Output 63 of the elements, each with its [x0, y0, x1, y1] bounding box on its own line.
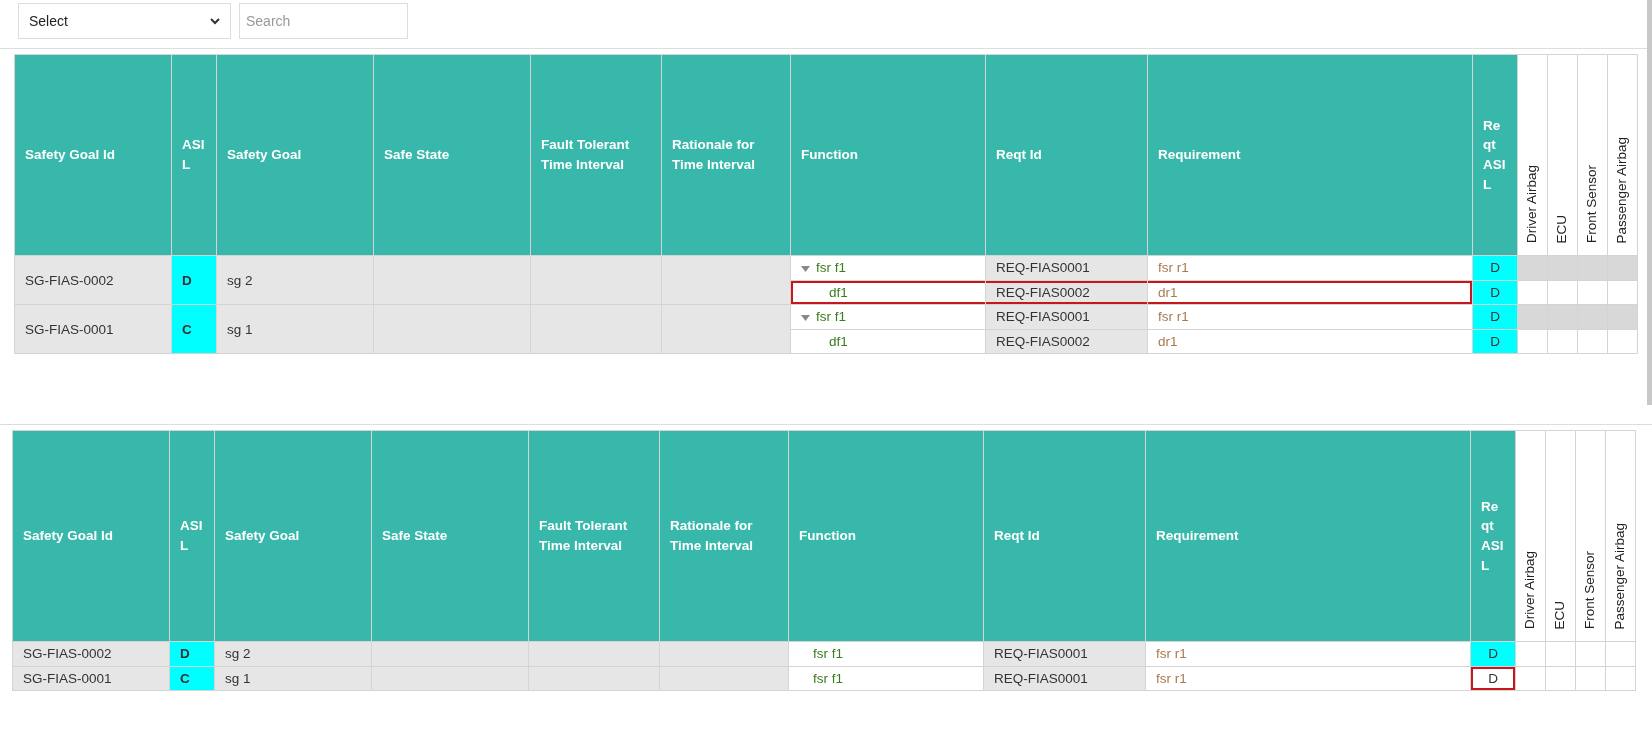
table-cell: sg 2	[216, 255, 374, 305]
table-cell: SG-FIAS-0001	[12, 666, 170, 691]
asil-cell: C	[171, 304, 217, 354]
column-header: Requirement	[1147, 54, 1473, 256]
table-cell: dr1	[1147, 329, 1473, 354]
table-cell: sg 1	[216, 304, 374, 354]
column-header: Requirement	[1145, 430, 1471, 642]
table-cell: REQ-FIAS0002	[985, 329, 1148, 354]
column-header: Safe State	[373, 54, 531, 256]
asil-cell: D	[1470, 666, 1516, 691]
column-header: Driver Airbag	[1521, 551, 1538, 630]
column-header: ASIL	[171, 54, 217, 256]
column-header: Function	[790, 54, 986, 256]
function-cell: fsr f1	[790, 255, 986, 280]
column-header: ECU	[1551, 600, 1568, 630]
expand-toggle-icon[interactable]	[801, 264, 810, 273]
table-cell: REQ-FIAS0001	[983, 641, 1146, 666]
column-header: Safety Goal	[214, 430, 372, 642]
column-header: Fault Tolerant Time Interval	[530, 54, 662, 256]
function-cell: fsr f1	[788, 641, 984, 666]
column-header: Front Sensor	[1581, 551, 1598, 630]
column-header: Rationale for Time Interval	[661, 54, 791, 256]
column-header: Fault Tolerant Time Interval	[528, 430, 660, 642]
column-header: Reqt Id	[985, 54, 1148, 256]
column-header: Safety Goal Id	[14, 54, 172, 256]
select-dropdown[interactable]: Select	[18, 3, 231, 39]
function-cell: df1	[790, 329, 986, 354]
function-cell: fsr f1	[790, 304, 986, 329]
expand-toggle-icon[interactable]	[801, 313, 810, 322]
column-header: Rationale for Time Interval	[659, 430, 789, 642]
chevron-icon	[210, 17, 220, 25]
function-cell: df1	[790, 280, 986, 305]
column-header: Reqt ASIL	[1472, 54, 1518, 256]
table-cell: REQ-FIAS0001	[985, 304, 1148, 329]
column-header: ASIL	[169, 430, 215, 642]
table-cell: sg 2	[214, 641, 372, 666]
table-cell: fsr r1	[1145, 641, 1471, 666]
table-cell: SG-FIAS-0001	[14, 304, 172, 354]
table-cell: SG-FIAS-0002	[14, 255, 172, 305]
function-cell: fsr f1	[788, 666, 984, 691]
table-cell: fsr r1	[1145, 666, 1471, 691]
column-header: Safe State	[371, 430, 529, 642]
table-cell: REQ-FIAS0001	[983, 666, 1146, 691]
column-header: Safety Goal	[216, 54, 374, 256]
asil-cell: D	[171, 255, 217, 305]
table-cell: fsr r1	[1147, 304, 1473, 329]
column-header: Reqt Id	[983, 430, 1146, 642]
column-header: Safety Goal Id	[12, 430, 170, 642]
table-cell: sg 1	[214, 666, 372, 691]
table-cell: REQ-FIAS0001	[985, 255, 1148, 280]
table-cell: SG-FIAS-0002	[12, 641, 170, 666]
column-header: Function	[788, 430, 984, 642]
search-field[interactable]: Search	[239, 3, 408, 39]
column-header: Passenger Airbag	[1611, 522, 1628, 630]
scrollbar-thumb[interactable]	[1647, 0, 1652, 405]
column-header: Driver Airbag	[1523, 165, 1540, 244]
column-header: Front Sensor	[1583, 165, 1600, 244]
table-cell: REQ-FIAS0002	[985, 280, 1148, 305]
table-cell: fsr r1	[1147, 255, 1473, 280]
column-header: Reqt ASIL	[1470, 430, 1516, 642]
column-header: ECU	[1553, 214, 1570, 244]
column-header: Passenger Airbag	[1613, 136, 1630, 244]
table-cell: dr1	[1147, 280, 1473, 305]
